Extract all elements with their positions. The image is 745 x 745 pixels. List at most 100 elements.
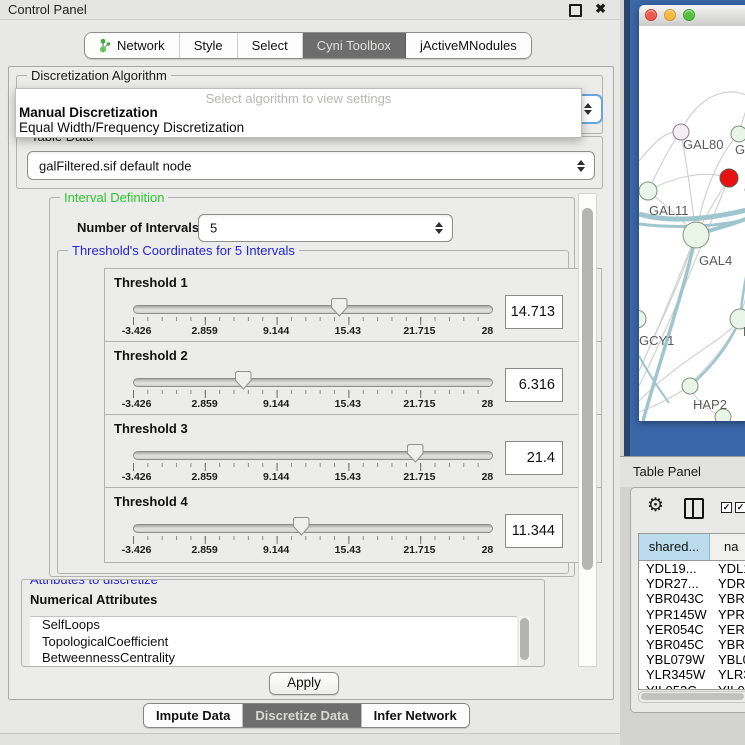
threshold-2-value-field[interactable]	[505, 368, 563, 402]
slider-ticks	[133, 463, 492, 471]
table-row[interactable]: YLR345WYLR3	[639, 667, 745, 682]
node-label: GAL80	[683, 137, 723, 152]
right-pane: GAL80 GA C GAL11 GAL4 GCY1 H HAP2 Table	[620, 0, 745, 745]
table-row[interactable]: YBR045CYBR0	[639, 637, 745, 652]
tab-impute-data[interactable]: Impute Data	[144, 704, 243, 727]
slider-tick-labels: -3.4262.8599.14415.4321.71528	[133, 325, 491, 337]
table-row[interactable]: YBR043CYBR0	[639, 591, 745, 606]
table-row[interactable]: YDR27...YDR2	[639, 576, 745, 591]
threshold-3-slider[interactable]	[133, 443, 491, 463]
slider-track[interactable]	[133, 524, 493, 533]
tab-jactivemnodules[interactable]: jActiveMNodules	[406, 33, 531, 58]
scrollbar-thumb[interactable]	[582, 208, 593, 570]
slider-thumb[interactable]	[235, 371, 252, 390]
node-label: GAL11	[649, 203, 689, 218]
close-icon[interactable]: ✖	[595, 1, 606, 17]
table-data-group: Table Data galFiltered.sif default node	[16, 136, 603, 189]
control-panel-window: Control Panel ✖ Network Style Select Cyn…	[0, 0, 621, 745]
zoom-traffic-light[interactable]	[683, 9, 695, 21]
combo-value: 5	[210, 221, 217, 236]
slider-thumb[interactable]	[293, 517, 310, 536]
threshold-label: Threshold 2	[114, 348, 188, 363]
threshold-1-value-field[interactable]	[505, 295, 563, 329]
threshold-label: Threshold 1	[114, 275, 188, 290]
network-canvas[interactable]: GAL80 GA C GAL11 GAL4 GCY1 H HAP2	[639, 26, 745, 421]
tab-infer-network[interactable]: Infer Network	[362, 704, 469, 727]
tab-label: Network	[117, 38, 165, 53]
slider-track[interactable]	[133, 305, 493, 314]
application: Control Panel ✖ Network Style Select Cyn…	[0, 0, 745, 745]
node-selected-red[interactable]	[720, 169, 738, 187]
threshold-2-panel: Threshold 2 -3.4262.8599.14415.4321.7152…	[104, 341, 602, 417]
tab-style[interactable]: Style	[180, 33, 238, 58]
node-gal4[interactable]	[683, 222, 709, 248]
scrollbar-thumb[interactable]	[641, 693, 744, 700]
combo-stepper	[584, 103, 592, 115]
tab-label: Select	[252, 38, 288, 53]
table-panel-header: Table Panel	[620, 456, 745, 487]
apply-button[interactable]: Apply	[269, 672, 339, 695]
threshold-label: Threshold 3	[114, 421, 188, 436]
node-gcy1[interactable]	[639, 310, 646, 328]
threshold-label: Threshold 4	[114, 494, 188, 509]
group-title: Interval Definition	[60, 190, 168, 205]
minimize-traffic-light[interactable]	[664, 9, 676, 21]
column-header-name[interactable]: na	[710, 534, 745, 560]
slider-thumb[interactable]	[407, 444, 424, 463]
slider-track[interactable]	[133, 378, 493, 387]
checkbox-icon[interactable]: ✓	[721, 502, 732, 513]
float-window-icon[interactable]	[569, 4, 582, 17]
slider-thumb[interactable]	[331, 298, 348, 317]
node-hap2[interactable]	[682, 378, 698, 394]
slider-ticks	[133, 390, 492, 398]
table-row[interactable]: YPR145WYPR1	[639, 607, 745, 622]
threshold-2-slider[interactable]	[133, 370, 491, 390]
threshold-1-slider[interactable]	[133, 297, 491, 317]
list-item[interactable]: BetweennessCentrality	[30, 650, 517, 666]
threshold-3-panel: Threshold 3 -3.4262.8599.14415.4321.7152…	[104, 414, 602, 490]
threshold-4-value-field[interactable]	[505, 514, 563, 548]
tab-select[interactable]: Select	[238, 33, 303, 58]
column-header-shared-name[interactable]: shared...	[639, 534, 710, 560]
combo-stepper	[577, 160, 585, 172]
checkbox-icon[interactable]: ✓	[735, 502, 745, 513]
slider-track[interactable]	[133, 451, 493, 460]
tab-label: Cyni Toolbox	[317, 38, 391, 53]
tab-label: Discretize Data	[255, 708, 348, 723]
threshold-4-slider[interactable]	[133, 516, 491, 536]
list-item[interactable]: TopologicalCoefficient	[30, 634, 517, 651]
threshold-3-value-field[interactable]	[505, 441, 563, 475]
network-window-titlebar	[639, 5, 745, 27]
tab-label: jActiveMNodules	[420, 38, 517, 53]
menu-item-manual-discretization[interactable]: Manual Discretization	[19, 105, 158, 120]
network-window: GAL80 GA C GAL11 GAL4 GCY1 H HAP2	[639, 5, 745, 421]
slider-tick-labels: -3.4262.8599.14415.4321.71528	[133, 544, 491, 556]
node-gal11[interactable]	[639, 182, 657, 200]
node-top-right[interactable]	[731, 126, 745, 142]
panel-vertical-scrollbar[interactable]	[578, 193, 597, 667]
list-item[interactable]: SelfLoops	[30, 617, 517, 634]
table-row[interactable]: YER054CYER0	[639, 622, 745, 637]
group-title: Discretization Algorithm	[27, 68, 171, 83]
node-label: GCY1	[639, 333, 674, 348]
table-row[interactable]: YIL052CYIL0	[639, 683, 745, 691]
node-attribute-table: shared... na YDL19...YDL1 YDR27...YDR2 Y…	[638, 533, 745, 690]
tab-cyni-toolbox[interactable]: Cyni Toolbox	[303, 33, 406, 58]
tab-network[interactable]: Network	[85, 33, 180, 58]
tab-discretize-data[interactable]: Discretize Data	[243, 704, 361, 727]
table-row[interactable]: YDL19...YDL1	[639, 561, 745, 576]
slider-ticks	[133, 317, 492, 325]
table-horizontal-scrollbar[interactable]	[638, 691, 745, 703]
table-row[interactable]: YBL079WYBL0	[639, 652, 745, 667]
table-data-combobox[interactable]: galFiltered.sif default node	[27, 151, 595, 180]
number-of-intervals-combobox[interactable]: 5	[198, 214, 453, 242]
attributes-list-scrollbar[interactable]	[519, 616, 530, 665]
close-traffic-light[interactable]	[645, 9, 657, 21]
group-title: Attributes to discretize	[26, 579, 162, 587]
gear-icon[interactable]: ⚙	[647, 494, 664, 517]
table-panel-window: ⚙ ✓ ✓ shared... na YDL19...YDL1 YDR27...…	[630, 487, 745, 713]
split-columns-icon[interactable]	[684, 498, 704, 519]
tab-label: Infer Network	[374, 708, 457, 723]
threshold-4-panel: Threshold 4 -3.4262.8599.14415.4321.7152…	[104, 487, 602, 563]
menu-item-equal-width-frequency[interactable]: Equal Width/Frequency Discretization	[19, 120, 244, 135]
